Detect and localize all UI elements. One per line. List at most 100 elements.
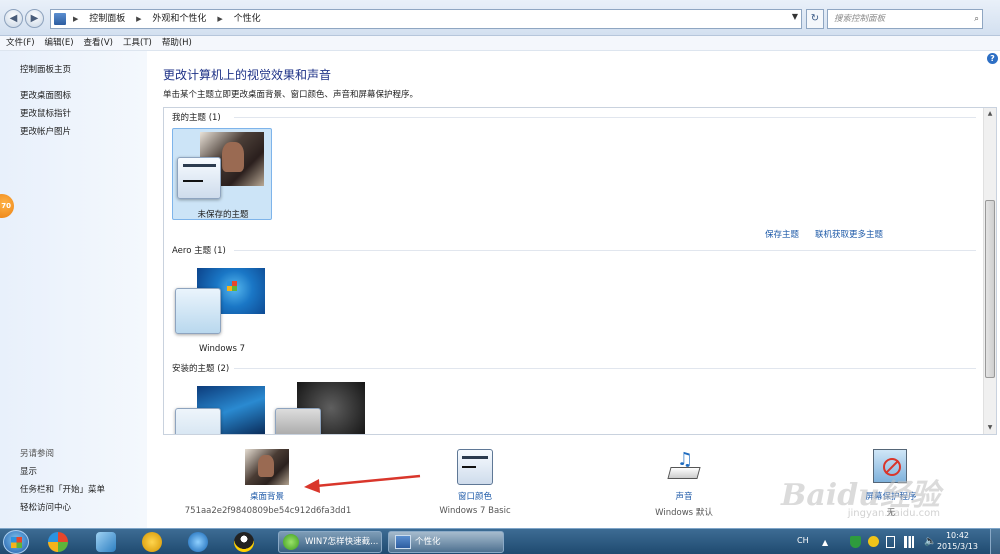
tray-expand-icon[interactable]: ▲ <box>822 538 828 547</box>
window-preview-icon <box>275 408 321 434</box>
show-desktop-button[interactable] <box>990 529 1000 554</box>
theme-unsaved[interactable]: 未保存的主题 <box>172 128 272 220</box>
personalization-icon <box>395 535 411 549</box>
sound-icon[interactable]: ♫ <box>665 447 703 485</box>
control-panel-home-link[interactable]: 控制面板主页 <box>20 63 71 75</box>
desktop-background-value: 751aa2e2f9840809be54c912d6fa3dd1 <box>184 506 352 516</box>
clock[interactable]: 10:42 2015/3/13 <box>937 530 978 552</box>
network-status-icon[interactable] <box>868 536 879 547</box>
personalization-window: ◀ ▶ ▶ 控制面板 ▶ 外观和个性化 ▶ 个性化 ▼ ↻ 搜索控制面板 ⌕ 文… <box>0 0 1000 528</box>
forward-button[interactable]: ▶ <box>25 9 44 28</box>
theme-windows7-label: Windows 7 <box>198 344 246 354</box>
sound-link[interactable]: 声音 <box>624 490 744 502</box>
breadcrumb-personalization[interactable]: 个性化 <box>234 14 261 24</box>
address-bar[interactable]: ▶ 控制面板 ▶ 外观和个性化 ▶ 个性化 ▼ <box>50 9 802 29</box>
menu-tools[interactable]: 工具(T) <box>123 36 152 50</box>
security-shield-icon[interactable] <box>850 536 861 548</box>
ease-of-access-link[interactable]: 轻松访问中心 <box>20 501 71 513</box>
signal-bars-icon[interactable] <box>904 536 914 548</box>
window-color-value: Windows 7 Basic <box>439 506 511 516</box>
control-panel-icon <box>54 13 66 25</box>
qq-pet-icon[interactable] <box>142 532 162 552</box>
person-figure <box>258 455 274 477</box>
divider <box>234 368 976 369</box>
taskbar-task-personalization[interactable]: 个性化 <box>388 531 504 553</box>
breadcrumb-control-panel[interactable]: 控制面板 <box>89 14 125 24</box>
floating-badge[interactable]: 70 <box>0 194 14 218</box>
window-color-icon[interactable] <box>457 449 493 485</box>
desktop-background-icon[interactable] <box>245 449 289 485</box>
breadcrumb-separator-icon: ▶ <box>217 15 223 23</box>
window-text-line <box>183 180 203 182</box>
search-icon[interactable]: ⌕ <box>974 10 979 28</box>
taskbar-task-browser-label: WIN7怎样快速截... <box>305 537 379 547</box>
media-center-icon[interactable] <box>48 532 68 552</box>
window-preview-icon <box>175 408 221 434</box>
language-indicator[interactable]: CH <box>797 536 809 545</box>
window-preview-icon <box>175 288 221 334</box>
get-more-themes-link[interactable]: 联机获取更多主题 <box>815 228 883 240</box>
theme-unsaved-label: 未保存的主题 <box>197 210 249 220</box>
change-account-picture-link[interactable]: 更改帐户图片 <box>20 125 71 137</box>
change-desktop-icons-link[interactable]: 更改桌面图标 <box>20 89 71 101</box>
installed-themes-heading: 安装的主题 (2) <box>172 364 230 374</box>
start-button[interactable] <box>3 530 29 554</box>
breadcrumb-appearance[interactable]: 外观和个性化 <box>152 14 206 24</box>
floating-badge-label: 70 <box>1 202 11 210</box>
menu-edit[interactable]: 编辑(E) <box>45 36 74 50</box>
theme-installed-1[interactable] <box>172 380 272 434</box>
menu-file[interactable]: 文件(F) <box>6 36 35 50</box>
search-input[interactable]: 搜索控制面板 ⌕ <box>827 9 983 29</box>
my-themes-heading: 我的主题 (1) <box>172 113 221 123</box>
window-color-link[interactable]: 窗口颜色 <box>415 490 535 502</box>
save-theme-link[interactable]: 保存主题 <box>765 228 799 240</box>
red-arrow-annotation <box>304 474 421 493</box>
see-also-heading: 另请参阅 <box>20 449 55 459</box>
menu-view[interactable]: 查看(V) <box>84 36 113 50</box>
display-link[interactable]: 显示 <box>20 465 37 477</box>
back-button[interactable]: ◀ <box>4 9 23 28</box>
clock-time: 10:42 <box>945 531 970 540</box>
breadcrumb: ▶ 控制面板 ▶ 外观和个性化 ▶ 个性化 <box>69 10 265 28</box>
taskbar-start-menu-link[interactable]: 任务栏和「开始」菜单 <box>20 483 105 495</box>
bird-app-icon[interactable] <box>96 532 116 552</box>
address-bar-area: ◀ ▶ ▶ 控制面板 ▶ 外观和个性化 ▶ 个性化 ▼ ↻ 搜索控制面板 ⌕ <box>0 0 1000 36</box>
theme-list: 我的主题 (1) 未保存的主题 保存主题 联机获取更多主题 Aero 主题 (1… <box>163 107 997 435</box>
refresh-button[interactable]: ↻ <box>806 9 824 29</box>
scrollbar-thumb[interactable] <box>985 200 995 378</box>
breadcrumb-separator-icon: ▶ <box>136 15 142 23</box>
dropdown-arrow-icon[interactable]: ▼ <box>792 12 798 21</box>
taskbar: WIN7怎样快速截... 个性化 CH ▲ 🔈 10:42 2015/3/13 <box>0 528 1000 554</box>
person-figure <box>222 142 244 172</box>
browser-icon[interactable] <box>188 532 208 552</box>
taskbar-task-personalization-label: 个性化 <box>415 537 441 547</box>
taskbar-task-browser[interactable]: WIN7怎样快速截... <box>278 531 382 553</box>
menu-help[interactable]: 帮助(H) <box>162 36 192 50</box>
scroll-down-icon[interactable]: ▼ <box>985 423 995 433</box>
page-subtitle: 单击某个主题立即更改桌面背景、窗口颜色、声音和屏幕保护程序。 <box>163 90 419 100</box>
divider <box>234 117 976 118</box>
menu-bar: 文件(F) 编辑(E) 查看(V) 工具(T) 帮助(H) <box>0 36 1000 51</box>
browser-360-icon <box>283 534 299 550</box>
window-titlebar-line <box>462 456 488 459</box>
page-title: 更改计算机上的视觉效果和声音 <box>163 68 332 82</box>
left-pane: 控制面板主页 更改桌面图标 更改鼠标指针 更改帐户图片 70 另请参阅 显示 任… <box>0 51 147 528</box>
main-content: ? 更改计算机上的视觉效果和声音 单击某个主题立即更改桌面背景、窗口颜色、声音和… <box>147 51 1000 528</box>
battery-icon[interactable] <box>886 536 895 548</box>
divider <box>234 250 976 251</box>
aero-themes-heading: Aero 主题 (1) <box>172 246 226 256</box>
theme-list-scrollbar[interactable]: ▲ ▼ <box>983 108 996 434</box>
windows-logo-icon <box>11 537 22 548</box>
scroll-up-icon[interactable]: ▲ <box>985 109 995 119</box>
watermark-url: jingyan.baidu.com <box>847 508 940 519</box>
window-preview-icon <box>177 157 221 199</box>
help-icon[interactable]: ? <box>987 53 998 64</box>
volume-icon[interactable]: 🔈 <box>924 536 936 547</box>
theme-windows7[interactable]: Windows 7 <box>172 260 272 354</box>
change-mouse-pointer-link[interactable]: 更改鼠标指针 <box>20 107 71 119</box>
qq-icon[interactable] <box>234 532 254 552</box>
theme-installed-2[interactable] <box>272 380 372 434</box>
windows-logo-icon <box>227 281 237 291</box>
window-titlebar-line <box>183 164 216 167</box>
breadcrumb-separator-icon: ▶ <box>73 15 79 23</box>
